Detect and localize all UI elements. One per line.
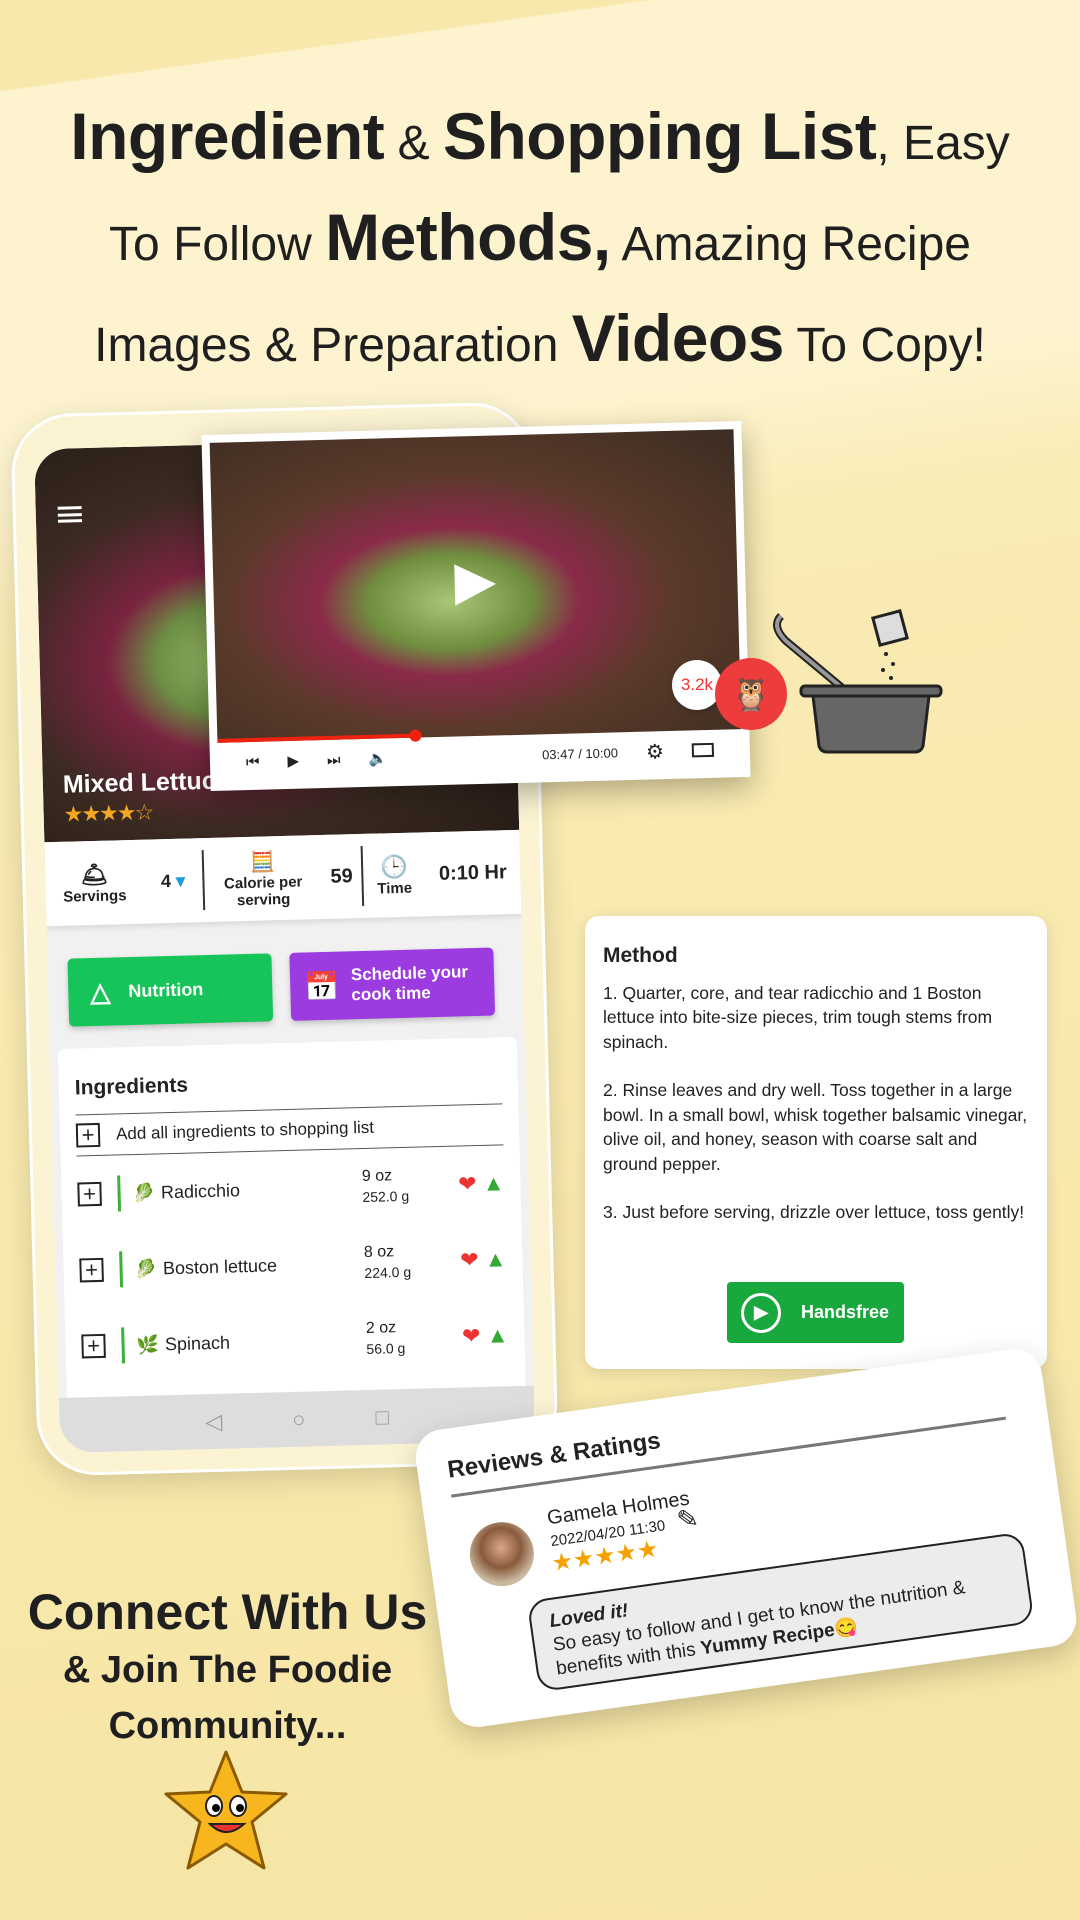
headline-text: Methods, — [325, 200, 611, 274]
headline-text: Images & Preparation — [94, 319, 572, 372]
ingredient-row: + 🌿 Spinach 2 oz 56.0 g ❤ ▲ — [81, 1297, 510, 1384]
recipe-rating: ★★★★☆ — [63, 799, 153, 827]
ingredient-name: Boston lettuce — [162, 1254, 278, 1278]
time-value: 0:10 Hr — [438, 860, 507, 885]
recipe-title: Mixed Lettuce — [62, 766, 230, 799]
headline-text: , Easy — [876, 117, 1010, 170]
schedule-button[interactable]: 📅 Schedule your cook time — [289, 947, 496, 1021]
divider — [117, 1175, 122, 1212]
menu-icon[interactable] — [57, 506, 83, 523]
volume-icon[interactable]: 🔈 — [368, 749, 387, 767]
calorie-value: 59 — [330, 864, 353, 888]
servings-cell[interactable]: 🛎 Servings 4 ▾ — [44, 850, 206, 915]
heart-health-icon[interactable]: ❤ — [462, 1323, 481, 1348]
cooking-pot-icon — [773, 609, 943, 754]
video-player: ▶ ⏮ ▶ ⏭ 🔈 03:47 / 10:00 ⚙ — [201, 420, 751, 792]
pyramid-icon: △ — [89, 976, 111, 1007]
method-title: Method — [603, 944, 678, 967]
method-step: 1. Quarter, core, and tear radicchio and… — [603, 982, 993, 1052]
headline-text: Shopping List — [442, 99, 877, 173]
ingredient-name: Radicchio — [160, 1179, 241, 1202]
time-cell: 🕒 Time 0:10 Hr — [363, 842, 522, 906]
headline-text: Videos — [571, 301, 785, 375]
ingredient-grams: 56.0 g — [366, 1339, 406, 1357]
connect-line: Connect With Us — [27, 1584, 428, 1640]
connect-line: Community... — [108, 1705, 347, 1747]
play-icon[interactable]: ▶ — [454, 548, 497, 612]
edit-pencil-icon[interactable]: ✎ — [675, 1503, 701, 1537]
next-icon[interactable]: ⏭ — [327, 751, 341, 768]
ingredient-row: + 🥬 Boston lettuce 8 oz 224.0 g ❤ ▲ — [79, 1221, 508, 1308]
ingredients-card: Ingredients + Add all ingredients to shop… — [57, 1036, 527, 1411]
video-time: 03:47 / 10:00 — [541, 744, 619, 762]
play-circle-icon: ▶ — [741, 1292, 781, 1333]
servings-label: Servings — [62, 886, 127, 906]
calculator-icon: 🧮 — [249, 850, 276, 874]
headline: Ingredient & Shopping List, Easy To Foll… — [0, 95, 1080, 398]
ingredient-icon: 🥬 — [132, 1181, 156, 1203]
previous-icon[interactable]: ⏮ — [246, 753, 260, 770]
plus-icon[interactable]: + — [81, 1333, 106, 1359]
handsfree-label: Handsfree — [801, 1302, 890, 1323]
method-card: Method 1. Quarter, core, and tear radicc… — [585, 916, 1047, 1369]
connect-text: Connect With Us & Join The Foodie Commun… — [0, 1582, 455, 1754]
back-icon[interactable]: ◁ — [205, 1408, 223, 1434]
pyramid-icon[interactable]: ▲ — [482, 1170, 504, 1196]
ingredient-oz: 2 oz — [365, 1319, 397, 1338]
add-all-label: Add all ingredients to shopping list — [115, 1117, 375, 1144]
fullscreen-icon[interactable] — [691, 742, 715, 758]
smile-emoji-icon: 😋 — [833, 1616, 860, 1641]
pyramid-icon[interactable]: ▲ — [486, 1322, 508, 1348]
time-label: Time — [377, 879, 413, 898]
clock-icon: 🕒 — [380, 853, 409, 879]
ingredient-oz: 9 oz — [361, 1167, 393, 1186]
divider — [119, 1251, 124, 1288]
connect-line: & Join The Foodie — [62, 1649, 393, 1691]
ingredient-icon: 🌿 — [136, 1333, 160, 1355]
video-frame[interactable]: ▶ — [209, 429, 742, 743]
pyramid-icon[interactable]: ▲ — [484, 1246, 506, 1272]
nutrition-label: Nutrition — [128, 978, 204, 1001]
headline-text: & — [384, 117, 443, 170]
star-mascot-icon — [164, 1750, 288, 1870]
method-step: 3. Just before serving, drizzle over let… — [603, 1202, 1025, 1222]
chevron-down-icon[interactable]: ▾ — [176, 870, 186, 890]
handsfree-button[interactable]: ▶ Handsfree — [727, 1282, 904, 1343]
divider — [121, 1327, 126, 1364]
plus-icon[interactable]: + — [77, 1181, 102, 1207]
headline-text: To Follow — [109, 218, 326, 271]
ingredient-oz: 8 oz — [363, 1243, 395, 1262]
schedule-label: Schedule your cook time — [350, 962, 469, 1005]
headline-text: To Copy! — [783, 319, 986, 372]
headline-text: Ingredient — [70, 99, 385, 173]
method-step: 2. Rinse leaves and dry well. Toss toget… — [603, 1080, 1028, 1174]
play-small-icon[interactable]: ▶ — [287, 752, 299, 770]
ingredient-name: Spinach — [164, 1332, 231, 1354]
home-icon[interactable]: ○ — [292, 1406, 306, 1432]
headline-text: Amazing Recipe — [610, 218, 971, 271]
recents-icon[interactable]: □ — [375, 1404, 389, 1430]
settings-icon[interactable]: ⚙ — [646, 739, 665, 764]
ingredient-grams: 252.0 g — [362, 1187, 410, 1206]
servings-value: 4 — [160, 870, 172, 891]
ingredient-row: + 🥬 Radicchio 9 oz 252.0 g ❤ ▲ — [77, 1145, 506, 1232]
heart-health-icon[interactable]: ❤ — [458, 1171, 477, 1196]
plus-icon[interactable]: + — [75, 1122, 101, 1148]
calorie-cell: 🧮 Calorie per serving 59 — [203, 845, 365, 911]
ingredient-icon: 🥬 — [134, 1257, 158, 1279]
ingredient-grams: 224.0 g — [364, 1263, 412, 1282]
avatar — [465, 1517, 539, 1591]
calorie-label: Calorie per serving — [223, 873, 303, 909]
recipe-info-row: 🛎 Servings 4 ▾ 🧮 Calorie per serving 59 🕒 Tim… — [44, 829, 522, 927]
heart-health-icon[interactable]: ❤ — [460, 1247, 479, 1272]
calendar-icon: 📅 — [303, 970, 340, 1002]
nutrition-button[interactable]: △ Nutrition — [67, 953, 274, 1027]
ingredients-title: Ingredients — [74, 1073, 189, 1100]
cloche-icon: 🛎 — [80, 861, 109, 887]
views-badge: 3.2k — [672, 660, 722, 710]
plus-icon[interactable]: + — [79, 1257, 104, 1283]
